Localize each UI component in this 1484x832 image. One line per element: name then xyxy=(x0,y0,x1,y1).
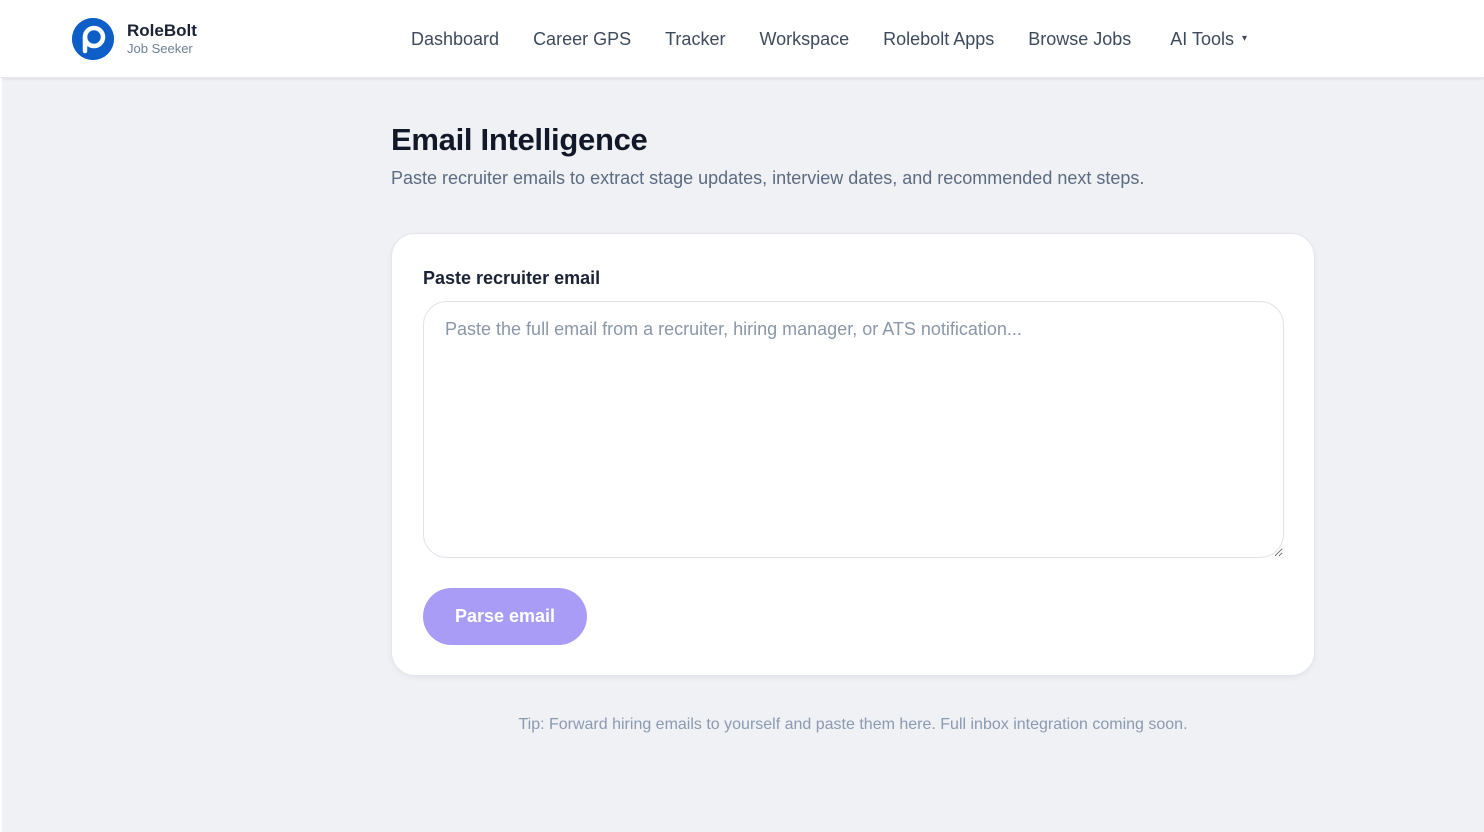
brand-name: RoleBolt xyxy=(127,21,197,40)
parse-email-button[interactable]: Parse email xyxy=(423,588,587,645)
brand[interactable]: RoleBolt Job Seeker xyxy=(72,18,197,60)
tip-text: Tip: Forward hiring emails to yourself a… xyxy=(518,716,1188,733)
nav-rolebolt-apps[interactable]: Rolebolt Apps xyxy=(866,0,1011,78)
nav-workspace[interactable]: Workspace xyxy=(742,0,866,78)
caret-down-icon: ▾ xyxy=(1241,33,1248,44)
page-subtitle: Paste recruiter emails to extract stage … xyxy=(391,168,1145,188)
nav-dashboard[interactable]: Dashboard xyxy=(394,0,516,78)
nav-browse-jobs[interactable]: Browse Jobs xyxy=(1011,0,1148,78)
nav-tracker[interactable]: Tracker xyxy=(648,0,742,78)
nav-ai-tools-dropdown[interactable]: AI Tools ▾ xyxy=(1148,0,1264,78)
p-logo-icon xyxy=(72,18,114,60)
recruiter-email-input[interactable] xyxy=(423,301,1284,558)
email-field-label: Paste recruiter email xyxy=(423,268,601,288)
main-nav: Dashboard Career GPS Tracker Workspace R… xyxy=(394,0,1264,78)
top-navigation-bar: RoleBolt Job Seeker Dashboard Career GPS… xyxy=(0,0,1484,78)
left-edge-divider xyxy=(0,78,2,832)
email-parse-card: Paste recruiter email Parse email xyxy=(391,233,1315,676)
brand-role: Job Seeker xyxy=(127,41,193,56)
nav-ai-tools-label: AI Tools xyxy=(1170,29,1234,49)
nav-career-gps[interactable]: Career GPS xyxy=(516,0,648,78)
page-title: Email Intelligence xyxy=(391,122,648,157)
